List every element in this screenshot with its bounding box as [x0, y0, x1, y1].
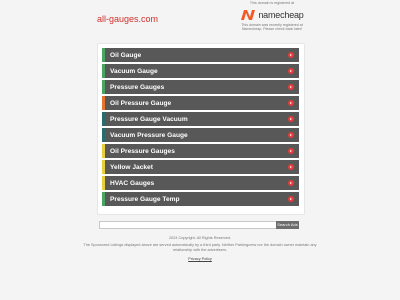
search-ads-button[interactable]: Search Ads	[276, 221, 299, 229]
arrow-right-icon[interactable]	[288, 116, 294, 122]
link-accent-bar	[102, 64, 105, 78]
namecheap-bottom-text-2: Namecheap. Please check back later!	[241, 27, 303, 32]
namecheap-badge[interactable]: This domain is registered at namecheap T…	[232, 1, 312, 32]
arrow-right-icon[interactable]	[288, 52, 294, 58]
link-accent-bar	[102, 48, 105, 62]
link-label: HVAC Gauges	[110, 179, 155, 187]
arrow-right-icon[interactable]	[288, 148, 294, 154]
search-input[interactable]	[99, 221, 278, 229]
related-link-item[interactable]: HVAC Gauges	[102, 176, 299, 190]
link-accent-bar	[102, 96, 105, 110]
arrow-right-icon[interactable]	[288, 84, 294, 90]
arrow-right-icon[interactable]	[288, 132, 294, 138]
namecheap-logo[interactable]: namecheap	[232, 7, 312, 23]
related-link-item[interactable]: Vacuum Pressure Gauge	[102, 128, 299, 142]
link-label: Pressure Gauge Vacuum	[110, 115, 188, 123]
related-link-item[interactable]: Pressure Gauge Vacuum	[102, 112, 299, 126]
arrow-right-icon[interactable]	[288, 68, 294, 74]
related-link-item[interactable]: Yellow Jacket	[102, 160, 299, 174]
copyright-text: 2024 Copyright. All Rights Reserved.	[168, 236, 232, 240]
link-label: Oil Pressure Gauges	[110, 147, 175, 155]
disclaimer-line-1: The Sponsored Listings displayed above a…	[83, 243, 317, 247]
namecheap-top-text: This domain is registered at	[249, 1, 295, 5]
link-accent-bar	[102, 176, 105, 190]
arrow-right-icon[interactable]	[288, 164, 294, 170]
namecheap-n-icon	[241, 10, 256, 20]
link-label: Vacuum Pressure Gauge	[110, 131, 188, 139]
related-link-item[interactable]: Pressure Gauge Temp	[102, 192, 299, 206]
related-links-panel: Oil Gauge Vacuum Gauge Pressure Gauges Oil …	[97, 43, 305, 215]
domain-title: all-gauges.com	[97, 14, 159, 24]
related-links-list: Oil Gauge Vacuum Gauge Pressure Gauges Oil …	[102, 48, 299, 208]
link-accent-bar	[102, 80, 105, 94]
namecheap-logo-text: namecheap	[258, 10, 304, 20]
related-link-item[interactable]: Oil Gauge	[102, 48, 299, 62]
link-label: Vacuum Gauge	[110, 67, 158, 75]
arrow-right-icon[interactable]	[288, 180, 294, 186]
related-link-item[interactable]: Oil Pressure Gauges	[102, 144, 299, 158]
related-link-item[interactable]: Oil Pressure Gauge	[102, 96, 299, 110]
disclaimer-line-2: relationship with the advertisers.	[172, 247, 228, 252]
link-label: Pressure Gauge Temp	[110, 195, 180, 203]
privacy-policy-link[interactable]: Privacy Policy	[60, 257, 340, 261]
link-label: Oil Pressure Gauge	[110, 99, 172, 107]
related-link-item[interactable]: Pressure Gauges	[102, 80, 299, 94]
search-bar: Search Ads	[99, 221, 299, 229]
link-label: Yellow Jacket	[110, 163, 153, 171]
link-label: Oil Gauge	[110, 51, 142, 59]
link-accent-bar	[102, 128, 105, 142]
arrow-right-icon[interactable]	[288, 100, 294, 106]
disclaimer-text: The Sponsored Listings displayed above a…	[60, 243, 340, 252]
link-accent-bar	[102, 160, 105, 174]
link-label: Pressure Gauges	[110, 83, 165, 91]
arrow-right-icon[interactable]	[288, 196, 294, 202]
link-accent-bar	[102, 144, 105, 158]
link-accent-bar	[102, 192, 105, 206]
link-accent-bar	[102, 112, 105, 126]
related-link-item[interactable]: Vacuum Gauge	[102, 64, 299, 78]
